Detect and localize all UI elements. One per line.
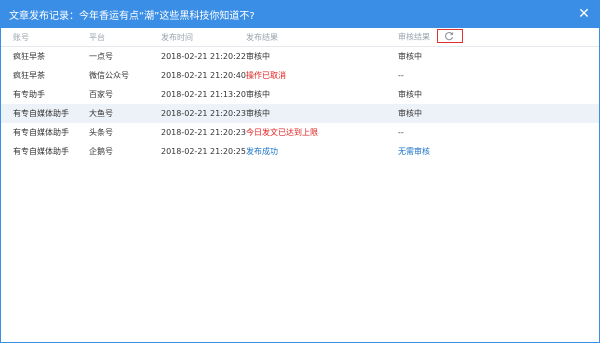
table-header-row: 账号 平台 发布时间 发布结果 审核结果 [1, 28, 599, 47]
cell-review: 无需审核 [398, 147, 430, 156]
cell-platform: 一点号 [89, 52, 113, 61]
publish-record-table: 账号 平台 发布时间 发布结果 审核结果 疯狂早茶 一点号 2018-02-21… [1, 28, 599, 161]
cell-account: 有专自媒体助手 [13, 128, 69, 137]
publish-record-dialog: 文章发布记录：今年香运有点“潮”这些黑科技你知道不? ✕ 账号 平台 发布时间 … [0, 0, 600, 343]
cell-time: 2018-02-21 21:13:20 [161, 90, 246, 99]
table-row[interactable]: 有专自媒体助手 头条号 2018-02-21 21:20:23 今日发文已达到上… [1, 123, 599, 142]
header-platform: 平台 [89, 28, 161, 47]
cell-result: 今日发文已达到上限 [246, 128, 318, 137]
cell-review: 审核中 [398, 104, 599, 123]
cell-time: 2018-02-21 21:20:23 [161, 104, 246, 123]
cell-review: 审核中 [398, 90, 422, 99]
cell-review: 审核中 [398, 52, 422, 61]
cell-platform: 企鹅号 [89, 147, 113, 156]
cell-result: 审核中 [246, 90, 270, 99]
cell-time: 2018-02-21 21:20:40 [161, 71, 246, 80]
cell-platform: 头条号 [89, 128, 113, 137]
cell-platform: 微信公众号 [89, 71, 129, 80]
cell-review: -- [398, 128, 404, 137]
header-publish-time: 发布时间 [161, 28, 246, 47]
cell-account: 疯狂早茶 [13, 71, 45, 80]
cell-time: 2018-02-21 21:20:25 [161, 147, 246, 156]
cell-result: 审核中 [246, 104, 398, 123]
cell-time: 2018-02-21 21:20:22 [161, 52, 246, 61]
refresh-icon [444, 32, 453, 41]
cell-account: 有专自媒体助手 [13, 147, 69, 156]
cell-platform: 百家号 [89, 90, 113, 99]
cell-platform: 大鱼号 [89, 104, 161, 123]
header-review-result: 审核结果 [398, 28, 599, 47]
table-row[interactable]: 有专自媒体助手 企鹅号 2018-02-21 21:20:25 发布成功 无需审… [1, 142, 599, 161]
cell-account: 疯狂早茶 [13, 52, 45, 61]
dialog-titlebar: 文章发布记录：今年香运有点“潮”这些黑科技你知道不? ✕ [1, 1, 599, 28]
cell-result: 操作已取消 [246, 71, 286, 80]
cell-result[interactable]: 发布成功 [246, 142, 398, 161]
cell-review: -- [398, 71, 404, 80]
cell-result: 审核中 [246, 52, 270, 61]
cell-account: 有专助手 [13, 90, 45, 99]
refresh-button[interactable] [436, 29, 463, 43]
header-account: 账号 [1, 28, 89, 47]
header-publish-result: 发布结果 [246, 28, 398, 47]
table-row[interactable]: 疯狂早茶 微信公众号 2018-02-21 21:20:40 操作已取消 -- [1, 66, 599, 85]
table-row[interactable]: 疯狂早茶 一点号 2018-02-21 21:20:22 审核中 审核中 [1, 47, 599, 67]
cell-account: 有专自媒体助手 [1, 104, 89, 123]
header-review-result-label: 审核结果 [398, 32, 430, 42]
close-icon[interactable]: ✕ [576, 6, 592, 22]
table-row[interactable]: 有专自媒体助手 大鱼号 2018-02-21 21:20:23 审核中 审核中 [1, 104, 599, 123]
dialog-title: 文章发布记录：今年香运有点“潮”这些黑科技你知道不? [9, 11, 255, 22]
table-row[interactable]: 有专助手 百家号 2018-02-21 21:13:20 审核中 审核中 [1, 85, 599, 104]
cell-time: 2018-02-21 21:20:23 [161, 128, 246, 137]
